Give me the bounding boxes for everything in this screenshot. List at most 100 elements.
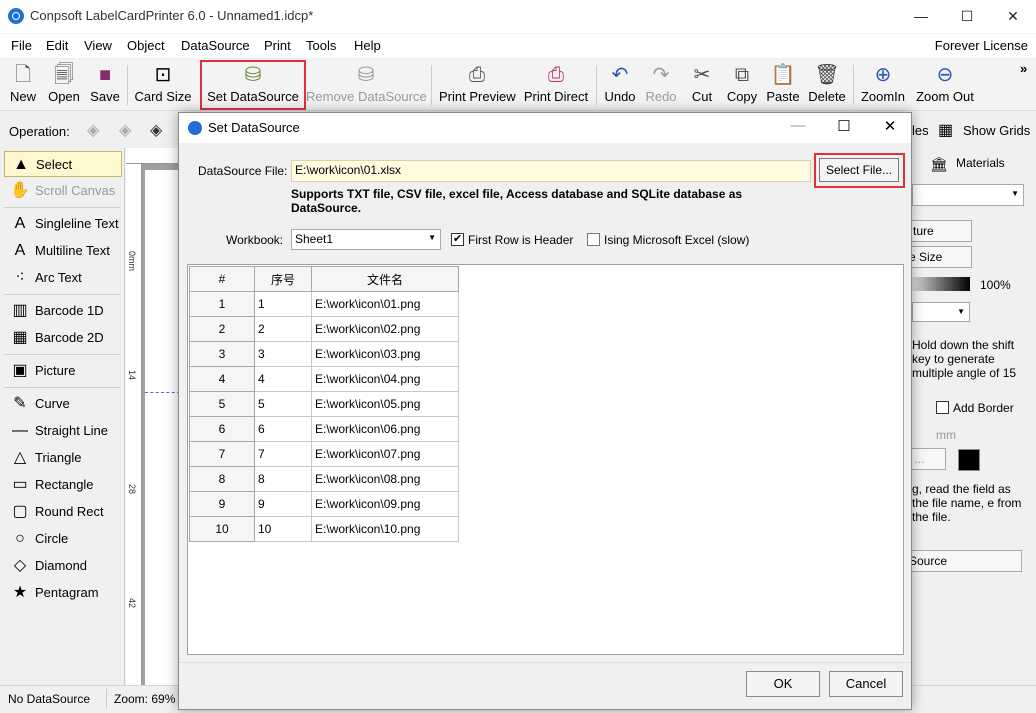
layers-down-icon[interactable]: ◈: [119, 120, 131, 140]
delete-button[interactable]: 🗑 Delete: [806, 61, 848, 109]
using-excel-checkbox[interactable]: [587, 233, 600, 246]
zoom-in-button[interactable]: ⊕ ZoomIn: [859, 61, 907, 109]
table-row[interactable]: 10 10 E:\work\icon\10.png: [189, 516, 459, 542]
table-cell[interactable]: 8: [254, 466, 312, 492]
menu-object[interactable]: Object: [127, 38, 165, 53]
tool-singleline-text[interactable]: A Singleline Text: [4, 211, 122, 237]
undo-button[interactable]: ↶ Undo: [602, 61, 638, 109]
add-border-checkbox[interactable]: [936, 401, 949, 414]
select-file-button[interactable]: Select File...: [819, 158, 899, 182]
redo-button[interactable]: ↷ Redo: [644, 61, 678, 109]
table-cell[interactable]: 3: [254, 341, 312, 367]
print-direct-button[interactable]: ⎙ Print Direct: [522, 61, 590, 109]
table-cell[interactable]: E:\work\icon\01.png: [311, 291, 459, 317]
print-preview-button[interactable]: ⎙ Print Preview: [439, 61, 516, 109]
table-cell[interactable]: 5: [254, 391, 312, 417]
table-cell[interactable]: 10: [254, 516, 312, 542]
cancel-button[interactable]: Cancel: [829, 671, 903, 697]
tab-materials[interactable]: Materials: [956, 156, 1005, 170]
first-row-header-checkbox[interactable]: ✔: [451, 233, 464, 246]
menu-print[interactable]: Print: [264, 38, 291, 53]
row-number-cell[interactable]: 7: [189, 441, 255, 467]
tool-circle[interactable]: ○ Circle: [4, 526, 122, 552]
row-number-cell[interactable]: 5: [189, 391, 255, 417]
table-cell[interactable]: 1: [254, 291, 312, 317]
data-preview-grid[interactable]: # 序号 文件名 1 1 E:\work\icon\01.png 2 2 E:\work\…: [187, 264, 904, 655]
tool-barcode-2d[interactable]: ▦ Barcode 2D: [4, 325, 122, 351]
angle-select[interactable]: ▼: [912, 302, 970, 322]
maximize-button[interactable]: ☐: [944, 0, 990, 32]
label-card-surface[interactable]: [145, 170, 180, 685]
table-cell[interactable]: 9: [254, 491, 312, 517]
new-button[interactable]: 🗋 New: [6, 61, 40, 109]
table-row[interactable]: 9 9 E:\work\icon\09.png: [189, 491, 459, 517]
tool-picture[interactable]: ▣ Picture: [4, 358, 122, 384]
tool-rectangle[interactable]: ▭ Rectangle: [4, 472, 122, 498]
tool-straight-line[interactable]: — Straight Line: [4, 418, 122, 444]
opacity-slider[interactable]: [912, 277, 970, 291]
table-row[interactable]: 1 1 E:\work\icon\01.png: [189, 291, 459, 317]
table-cell[interactable]: E:\work\icon\03.png: [311, 341, 459, 367]
menu-view[interactable]: View: [84, 38, 112, 53]
row-number-cell[interactable]: 3: [189, 341, 255, 367]
cut-button[interactable]: ✂ Cut: [688, 61, 716, 109]
row-number-cell[interactable]: 6: [189, 416, 255, 442]
workbook-select[interactable]: Sheet1 ▼: [291, 229, 441, 250]
table-row[interactable]: 5 5 E:\work\icon\05.png: [189, 391, 459, 417]
table-cell[interactable]: E:\work\icon\07.png: [311, 441, 459, 467]
table-row[interactable]: 7 7 E:\work\icon\07.png: [189, 441, 459, 467]
row-number-cell[interactable]: 4: [189, 366, 255, 392]
datasource-file-input[interactable]: E:\work\icon\01.xlsx: [291, 160, 811, 182]
row-number-cell[interactable]: 8: [189, 466, 255, 492]
save-button[interactable]: ■ Save: [88, 61, 122, 109]
table-row[interactable]: 3 3 E:\work\icon\03.png: [189, 341, 459, 367]
paste-button[interactable]: 📋 Paste: [765, 61, 801, 109]
table-row[interactable]: 6 6 E:\work\icon\06.png: [189, 416, 459, 442]
row-number-cell[interactable]: 2: [189, 316, 255, 342]
tool-scroll-canvas[interactable]: ✋ Scroll Canvas: [4, 178, 122, 204]
property-select[interactable]: ▼: [912, 184, 1024, 206]
table-cell[interactable]: E:\work\icon\09.png: [311, 491, 459, 517]
column-header[interactable]: 文件名: [311, 266, 459, 292]
tool-round-rect[interactable]: ▢ Round Rect: [4, 499, 122, 525]
table-row[interactable]: 4 4 E:\work\icon\04.png: [189, 366, 459, 392]
menu-tools[interactable]: Tools: [306, 38, 336, 53]
table-row[interactable]: 2 2 E:\work\icon\02.png: [189, 316, 459, 342]
table-cell[interactable]: E:\work\icon\04.png: [311, 366, 459, 392]
ok-button[interactable]: OK: [746, 671, 820, 697]
zoom-out-button[interactable]: ⊖ Zoom Out: [914, 61, 976, 109]
table-cell[interactable]: E:\work\icon\08.png: [311, 466, 459, 492]
table-row[interactable]: 8 8 E:\work\icon\08.png: [189, 466, 459, 492]
tool-barcode-1d[interactable]: ▥ Barcode 1D: [4, 298, 122, 324]
column-header[interactable]: #: [189, 266, 255, 292]
picture-button[interactable]: ture: [904, 220, 972, 242]
menu-datasource[interactable]: DataSource: [181, 38, 250, 53]
table-cell[interactable]: 2: [254, 316, 312, 342]
menu-edit[interactable]: Edit: [46, 38, 68, 53]
toolbar-overflow-button[interactable]: »: [1020, 61, 1027, 76]
tool-pentagram[interactable]: ★ Pentagram: [4, 580, 122, 606]
menu-help[interactable]: Help: [354, 38, 381, 53]
tool-curve[interactable]: ✎ Curve: [4, 391, 122, 417]
tool-multiline-text[interactable]: A Multiline Text: [4, 238, 122, 264]
table-cell[interactable]: 4: [254, 366, 312, 392]
remove-datasource-button[interactable]: ⛁ Remove DataSource: [306, 61, 427, 109]
minimize-button[interactable]: —: [898, 0, 944, 32]
card-size-button[interactable]: ⊡ Card Size: [133, 61, 193, 109]
datasource-button[interactable]: Source: [904, 550, 1022, 572]
table-cell[interactable]: 6: [254, 416, 312, 442]
layers-up-icon[interactable]: ◈: [87, 120, 99, 140]
tool-select[interactable]: ▲ Select: [4, 151, 122, 177]
table-cell[interactable]: 7: [254, 441, 312, 467]
close-button[interactable]: ✕: [990, 0, 1036, 32]
column-header[interactable]: 序号: [254, 266, 312, 292]
row-number-cell[interactable]: 10: [189, 516, 255, 542]
menu-file[interactable]: File: [11, 38, 32, 53]
dialog-maximize-button[interactable]: ☐: [829, 117, 859, 135]
tool-arc-text[interactable]: ⁖ Arc Text: [4, 265, 122, 291]
tool-triangle[interactable]: △ Triangle: [4, 445, 122, 471]
layers-icon[interactable]: ◈: [150, 120, 162, 140]
tab-partial-label[interactable]: les: [912, 123, 929, 138]
color-swatch[interactable]: [958, 449, 980, 471]
table-cell[interactable]: E:\work\icon\06.png: [311, 416, 459, 442]
